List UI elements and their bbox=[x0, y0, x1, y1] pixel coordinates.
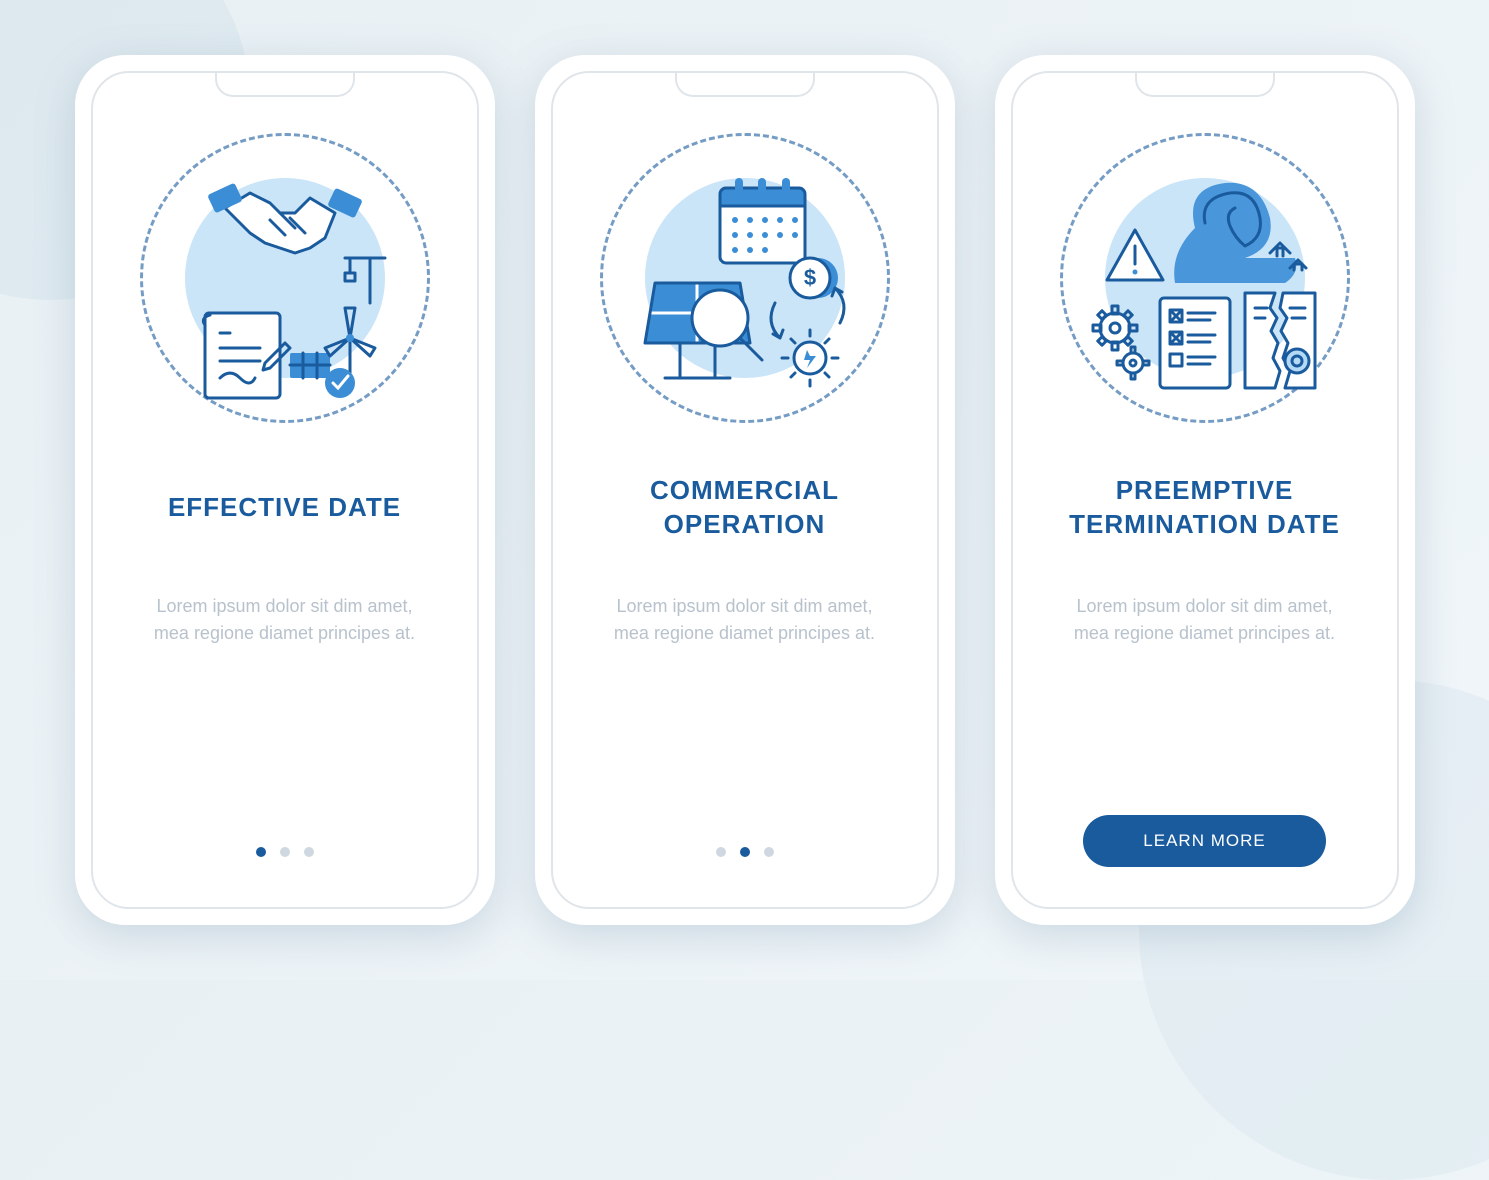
learn-more-button[interactable]: LEARN MORE bbox=[1083, 815, 1325, 867]
onboarding-screen-3: PREEMPTIVE TERMINATION DATE Lorem ipsum … bbox=[1011, 71, 1399, 909]
page-dot-2[interactable] bbox=[280, 847, 290, 857]
page-dot-3[interactable] bbox=[764, 847, 774, 857]
screen-description: Lorem ipsum dolor sit dim amet, mea regi… bbox=[123, 593, 447, 847]
calendar-solar-icon: $ bbox=[615, 148, 875, 408]
onboarding-screen-2: $ bbox=[551, 71, 939, 909]
screen-title: COMMERCIAL OPERATION bbox=[583, 473, 907, 543]
page-dot-2[interactable] bbox=[740, 847, 750, 857]
warning-document-icon bbox=[1075, 148, 1335, 408]
handshake-contract-icon bbox=[155, 148, 415, 408]
onboarding-screens-row: EFFECTIVE DATE Lorem ipsum dolor sit dim… bbox=[75, 55, 1415, 925]
screen-title: PREEMPTIVE TERMINATION DATE bbox=[1043, 473, 1367, 543]
phone-notch bbox=[675, 73, 815, 97]
screen-description: Lorem ipsum dolor sit dim amet, mea regi… bbox=[1043, 593, 1367, 815]
phone-notch bbox=[1135, 73, 1275, 97]
svg-text:$: $ bbox=[803, 265, 815, 290]
handshake-contract-illustration bbox=[130, 123, 440, 433]
page-indicator bbox=[256, 847, 314, 867]
phone-mockup-2: $ bbox=[535, 55, 955, 925]
phone-notch bbox=[215, 73, 355, 97]
screen-title: EFFECTIVE DATE bbox=[168, 473, 401, 543]
screen-description: Lorem ipsum dolor sit dim amet, mea regi… bbox=[583, 593, 907, 847]
phone-mockup-1: EFFECTIVE DATE Lorem ipsum dolor sit dim… bbox=[75, 55, 495, 925]
page-dot-1[interactable] bbox=[256, 847, 266, 857]
page-indicator bbox=[716, 847, 774, 867]
warning-document-illustration bbox=[1050, 123, 1360, 433]
page-dot-1[interactable] bbox=[716, 847, 726, 857]
onboarding-screen-1: EFFECTIVE DATE Lorem ipsum dolor sit dim… bbox=[91, 71, 479, 909]
phone-mockup-3: PREEMPTIVE TERMINATION DATE Lorem ipsum … bbox=[995, 55, 1415, 925]
calendar-solar-illustration: $ bbox=[590, 123, 900, 433]
page-dot-3[interactable] bbox=[304, 847, 314, 857]
